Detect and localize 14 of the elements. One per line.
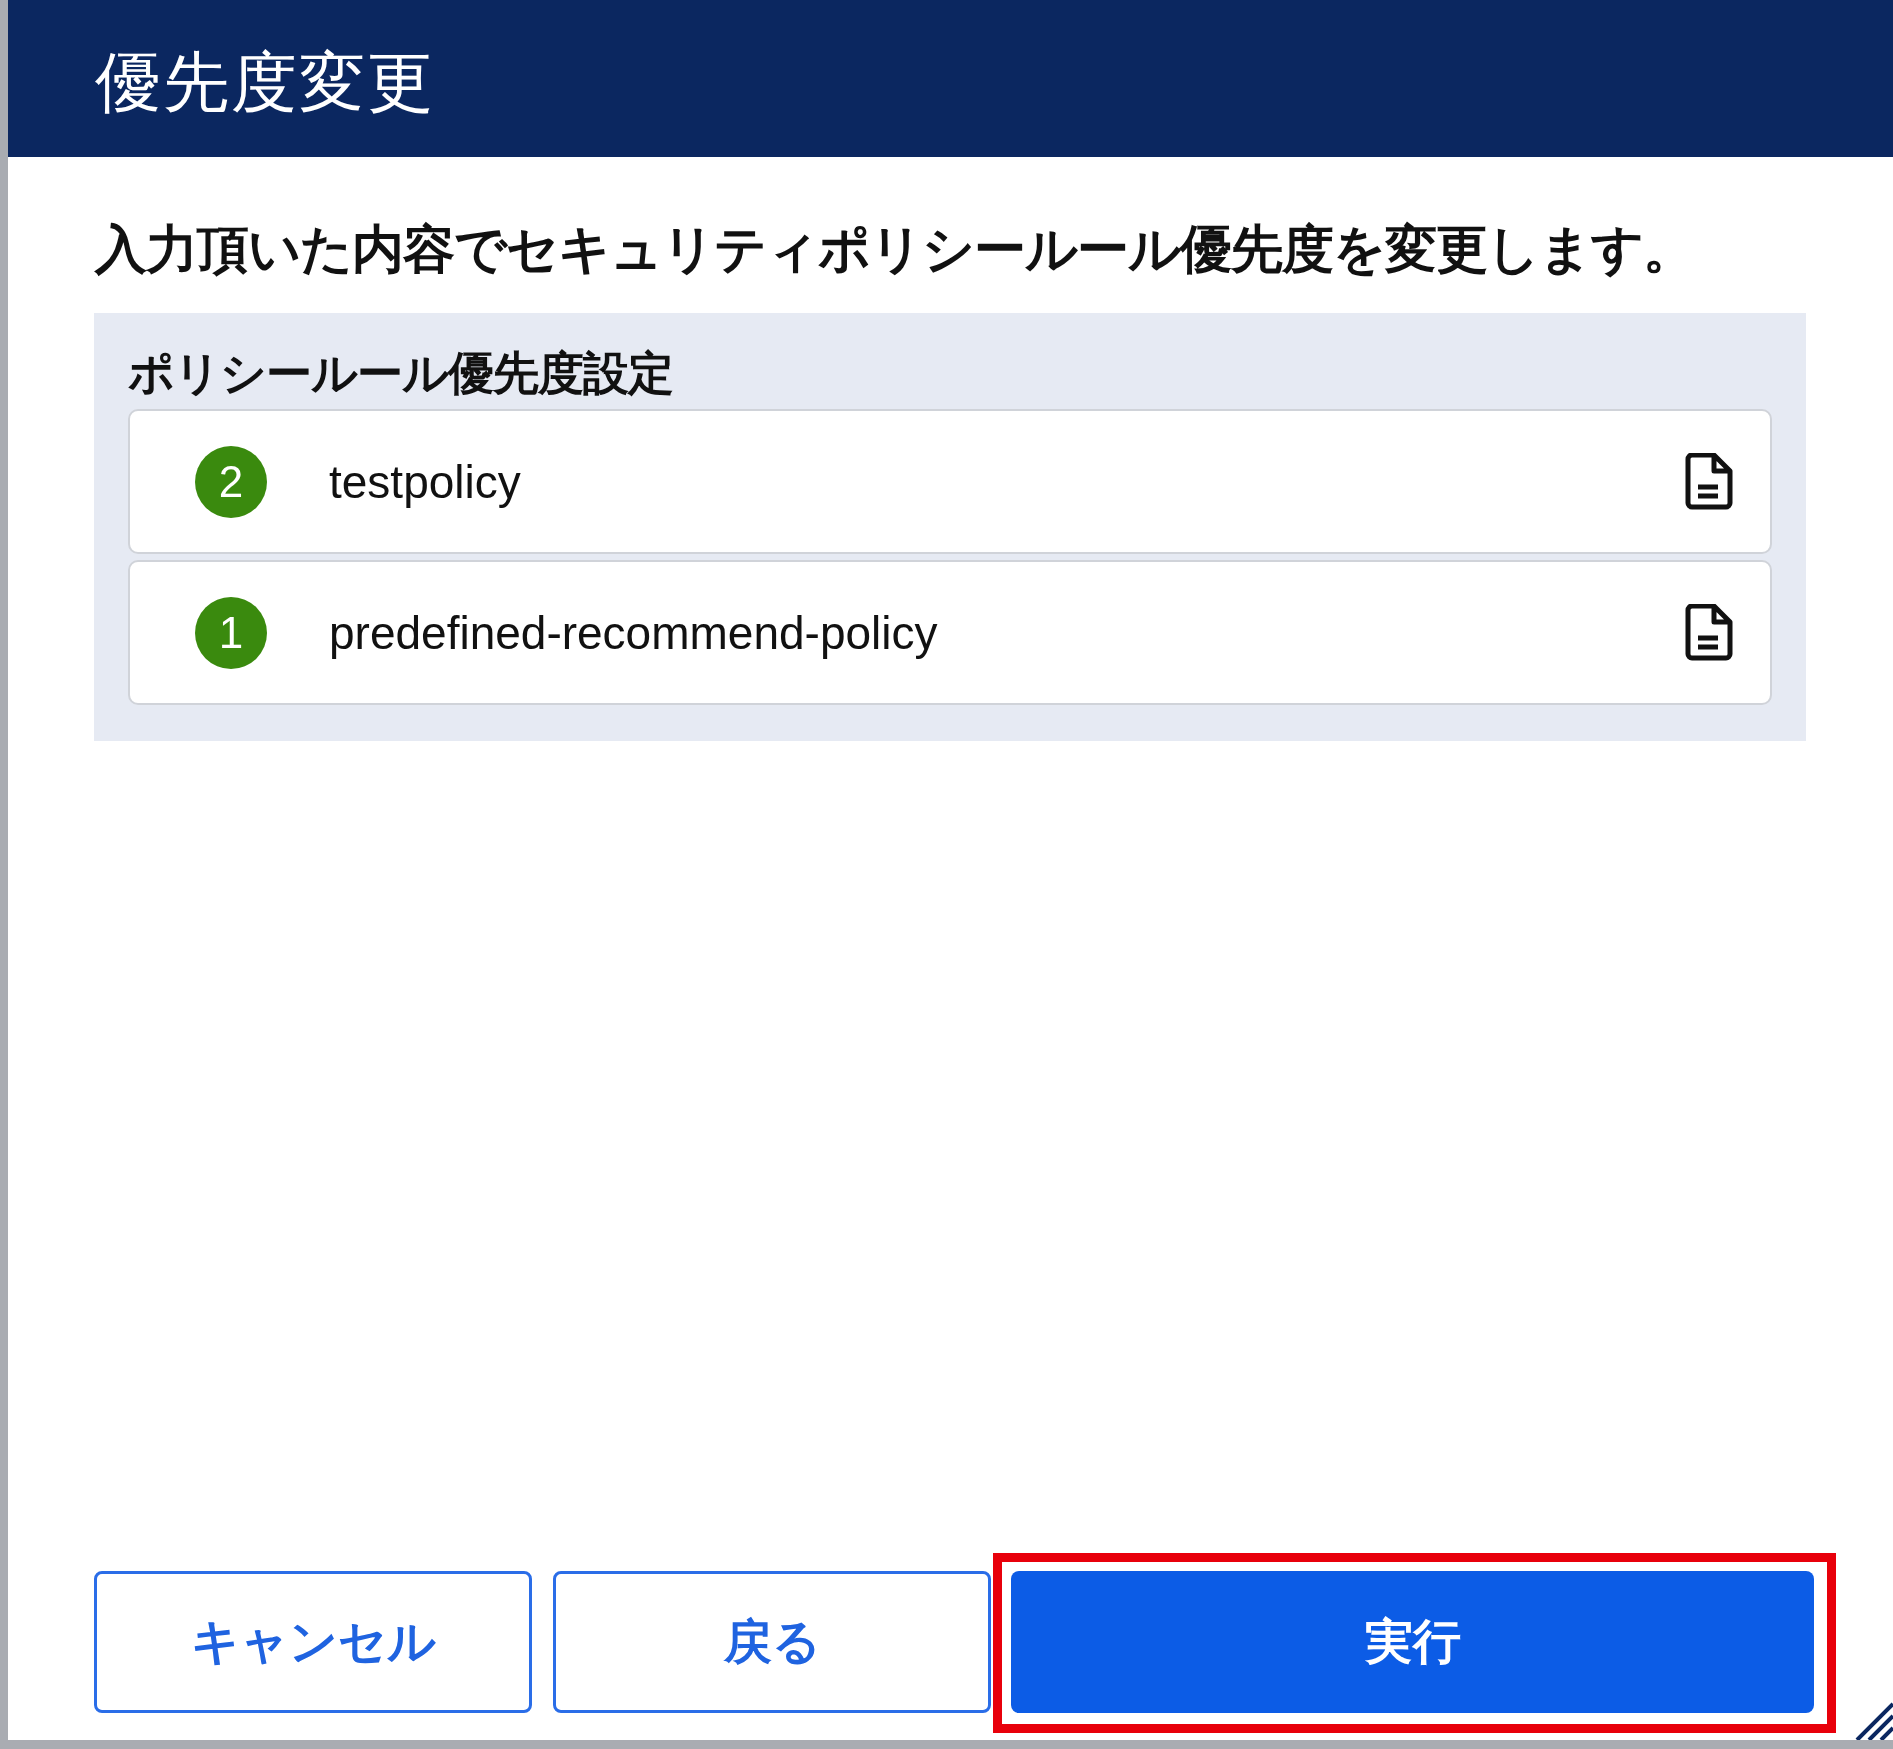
- dialog-button[interactable]: 戻る: [553, 1571, 991, 1713]
- execute-button[interactable]: 実行: [1011, 1571, 1814, 1713]
- confirmation-message: 入力頂いた内容でセキュリティポリシールール優先度を変更します。: [95, 218, 1695, 281]
- document-icon[interactable]: [1684, 452, 1734, 511]
- rule-row[interactable]: 1 predefined-recommend-policy: [128, 560, 1772, 705]
- priority-badge: 1: [195, 596, 267, 669]
- priority-badge: 2: [195, 445, 267, 518]
- document-icon[interactable]: [1684, 603, 1734, 662]
- rule-row[interactable]: 2 testpolicy: [128, 409, 1772, 554]
- dialog-title: 優先度変更: [95, 42, 435, 123]
- rule-name: predefined-recommend-policy: [329, 605, 939, 660]
- dialog-button[interactable]: キャンセル: [94, 1571, 532, 1713]
- rule-name: testpolicy: [329, 454, 522, 509]
- panel-heading: ポリシールール優先度設定: [128, 345, 674, 402]
